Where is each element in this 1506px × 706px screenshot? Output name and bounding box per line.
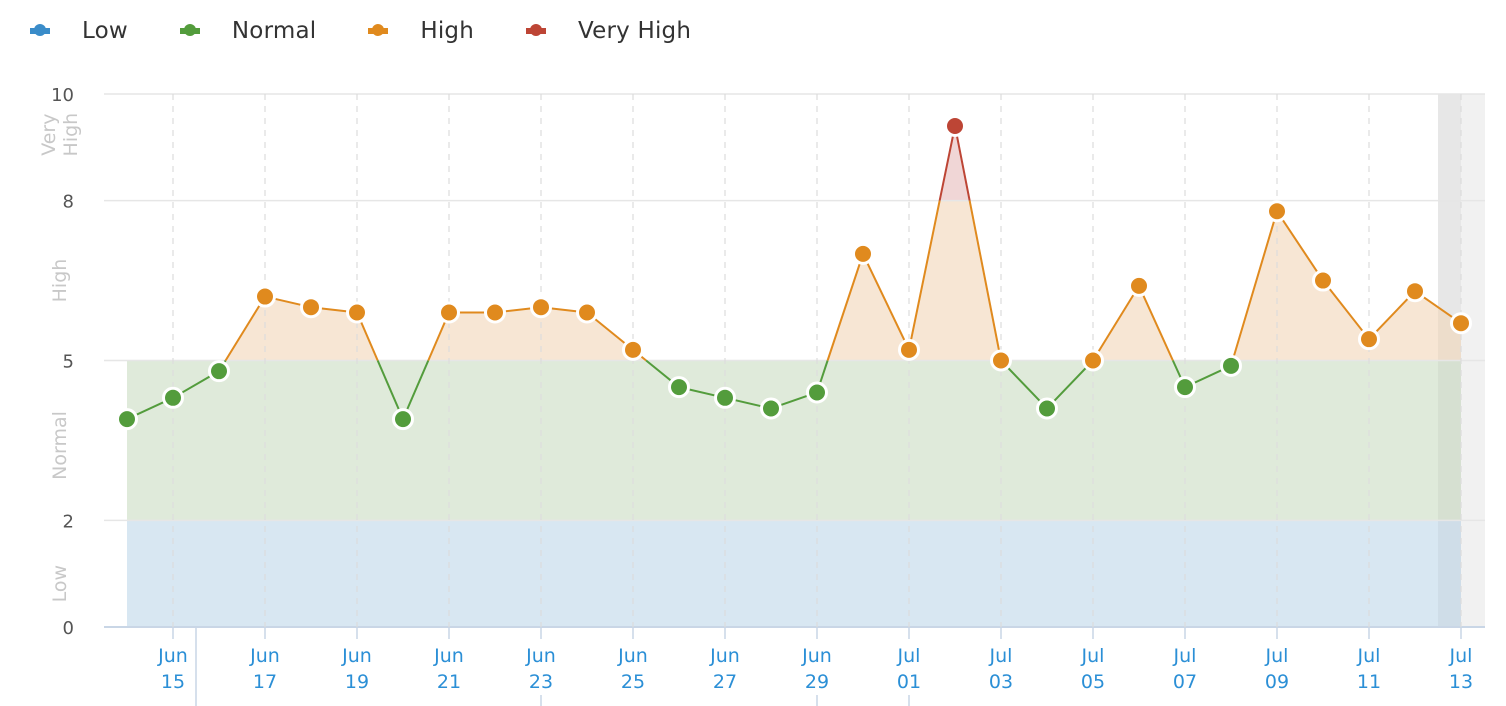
- data-point[interactable]: [714, 386, 736, 409]
- band-label-high: High: [49, 259, 71, 303]
- x-tick-label-day: 05: [1081, 671, 1105, 693]
- x-tick-label-day: 07: [1173, 671, 1197, 693]
- x-tick-label-month: Jun: [801, 645, 832, 667]
- y-tick-label: 2: [63, 511, 74, 532]
- x-tick-label-month: Jun: [433, 645, 464, 667]
- x-tick-label-month: Jul: [897, 645, 921, 667]
- data-point[interactable]: [1312, 269, 1334, 292]
- band-label-very-high: Very High: [38, 113, 82, 157]
- x-tick-label-day: 13: [1449, 671, 1473, 693]
- x-tick-label-day: 17: [253, 671, 277, 693]
- data-point[interactable]: [1082, 349, 1104, 372]
- data-point[interactable]: [162, 386, 184, 409]
- data-point[interactable]: [1450, 312, 1472, 335]
- band-fill-high: [127, 200, 1461, 361]
- volatility-chart: 025810LowNormalHighVery High Jun15Jun17Ju…: [38, 85, 1485, 706]
- y-axis: 025810LowNormalHighVery High: [38, 85, 82, 639]
- data-point[interactable]: [622, 338, 644, 361]
- band-label-text: High: [60, 113, 82, 157]
- x-tick-label-month: Jun: [709, 645, 740, 667]
- x-tick-label-month: Jul: [1081, 645, 1105, 667]
- band-label-text: Normal: [49, 411, 71, 480]
- x-tick-label-day: 23: [529, 671, 553, 693]
- x-tick-label-month: Jun: [617, 645, 648, 667]
- x-tick-label-day: 09: [1265, 671, 1289, 693]
- y-tick-label: 8: [63, 192, 74, 213]
- data-point[interactable]: [1128, 274, 1150, 297]
- band-fill-very-high: [127, 125, 1461, 201]
- data-point[interactable]: [484, 301, 506, 324]
- data-point[interactable]: [944, 114, 966, 137]
- data-point[interactable]: [1358, 328, 1380, 351]
- data-point[interactable]: [1220, 354, 1242, 377]
- x-tick-label-month: Jun: [341, 645, 372, 667]
- band-label-text: High: [49, 259, 71, 303]
- data-point[interactable]: [806, 381, 828, 404]
- x-tick-label-day: 11: [1357, 671, 1381, 693]
- x-tick-label-day: 29: [805, 671, 829, 693]
- band-label-low: Low: [49, 565, 71, 602]
- data-point[interactable]: [1404, 280, 1426, 303]
- data-point[interactable]: [990, 349, 1012, 372]
- band-label-text: Low: [49, 565, 71, 602]
- x-tick-label-day: 15: [161, 671, 185, 693]
- data-point[interactable]: [668, 376, 690, 399]
- x-tick-label-month: Jul: [1449, 645, 1473, 667]
- x-tick-label-day: 03: [989, 671, 1013, 693]
- data-point[interactable]: [760, 397, 782, 420]
- x-tick-label-day: 19: [345, 671, 369, 693]
- band-fill-normal: [127, 360, 1461, 521]
- x-axis: Jun 15 Jun 17 Jun 19 Jun 21 Jun 23 Jun 25 Jun 27 Jun 29…: [157, 627, 1473, 706]
- y-tick-label: 10: [51, 85, 74, 106]
- data-point[interactable]: [254, 285, 276, 308]
- x-tick-label-day: 27: [713, 671, 737, 693]
- x-tick-label-month: Jun: [525, 645, 556, 667]
- x-tick-label-day: 21: [437, 671, 461, 693]
- data-point[interactable]: [1266, 200, 1288, 223]
- x-tick-label-month: Jul: [989, 645, 1013, 667]
- data-point[interactable]: [530, 296, 552, 319]
- data-point[interactable]: [1036, 397, 1058, 420]
- x-tick-label-month: Jun: [249, 645, 280, 667]
- data-point[interactable]: [1174, 376, 1196, 399]
- x-tick-label-day: 01: [897, 671, 921, 693]
- data-point[interactable]: [116, 408, 138, 431]
- y-tick-label: 5: [63, 352, 74, 373]
- data-point[interactable]: [300, 296, 322, 319]
- data-point[interactable]: [438, 301, 460, 324]
- data-point[interactable]: [576, 301, 598, 324]
- data-point[interactable]: [392, 408, 414, 431]
- x-tick-label-day: 25: [621, 671, 645, 693]
- x-tick-label-month: Jul: [1173, 645, 1197, 667]
- band-label-text: Very: [38, 113, 60, 155]
- data-point[interactable]: [898, 338, 920, 361]
- x-tick-label-month: Jul: [1357, 645, 1381, 667]
- data-point[interactable]: [346, 301, 368, 324]
- data-point[interactable]: [852, 242, 874, 265]
- data-point[interactable]: [208, 360, 230, 383]
- above-threshold-fills: [127, 125, 1461, 361]
- band-fill-low: [127, 520, 1461, 627]
- band-label-normal: Normal: [49, 411, 71, 480]
- x-tick-label-month: Jun: [157, 645, 188, 667]
- y-tick-label: 0: [63, 618, 74, 639]
- x-tick-label-month: Jul: [1265, 645, 1289, 667]
